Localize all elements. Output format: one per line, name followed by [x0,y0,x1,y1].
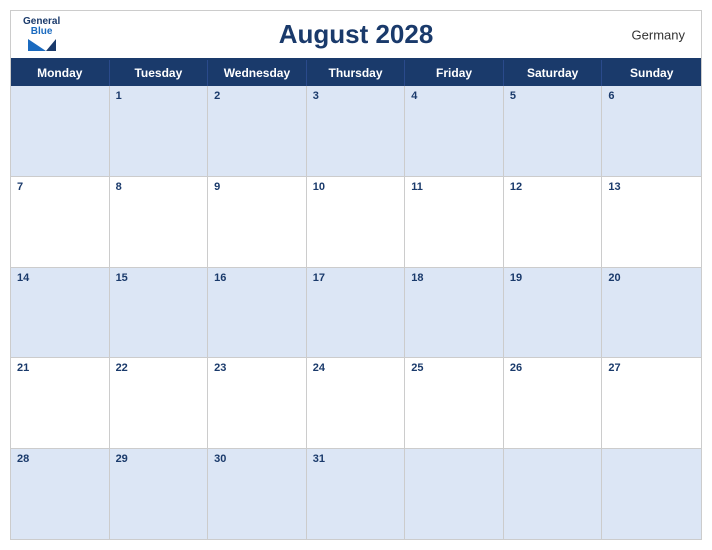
day-number: 31 [313,453,399,465]
calendar-cell-3-6: 19 [504,268,603,358]
calendar-cell-4-2: 22 [110,358,209,448]
calendar-cell-5-3: 30 [208,449,307,539]
calendar-cell-1-2: 1 [110,86,209,176]
day-number: 13 [608,181,695,193]
day-number: 26 [510,362,596,374]
day-number: 30 [214,453,300,465]
day-number: 27 [608,362,695,374]
calendar-cell-2-6: 12 [504,177,603,267]
calendar-cell-2-2: 8 [110,177,209,267]
calendar: General Blue August 2028 Germany MondayT… [10,10,702,540]
calendar-cell-5-1: 28 [11,449,110,539]
day-header-thursday: Thursday [307,60,406,86]
day-header-tuesday: Tuesday [110,60,209,86]
day-number: 17 [313,272,399,284]
logo: General Blue [23,17,60,51]
day-header-wednesday: Wednesday [208,60,307,86]
calendar-cell-3-4: 17 [307,268,406,358]
calendar-week-5: 28 29 30 31 [11,449,701,539]
calendar-header: General Blue August 2028 Germany [11,11,701,58]
day-header-monday: Monday [11,60,110,86]
day-header-friday: Friday [405,60,504,86]
calendar-cell-1-7: 6 [602,86,701,176]
day-number: 1 [116,90,202,102]
calendar-cell-4-1: 21 [11,358,110,448]
day-number: 7 [17,181,103,193]
day-number: 24 [313,362,399,374]
day-number: 22 [116,362,202,374]
day-number: 23 [214,362,300,374]
calendar-cell-4-7: 27 [602,358,701,448]
day-number: 5 [510,90,596,102]
day-number: 28 [17,453,103,465]
calendar-cell-4-3: 23 [208,358,307,448]
country-label: Germany [632,27,685,42]
day-number: 10 [313,181,399,193]
day-number: 2 [214,90,300,102]
calendar-cell-1-5: 4 [405,86,504,176]
calendar-cell-1-6: 5 [504,86,603,176]
day-number: 29 [116,453,202,465]
day-number: 9 [214,181,300,193]
calendar-cell-3-5: 18 [405,268,504,358]
calendar-cell-3-2: 15 [110,268,209,358]
day-number: 4 [411,90,497,102]
day-header-saturday: Saturday [504,60,603,86]
calendar-cell-5-4: 31 [307,449,406,539]
day-number: 18 [411,272,497,284]
day-number: 11 [411,181,497,193]
calendar-cell-2-7: 13 [602,177,701,267]
calendar-cell-5-7 [602,449,701,539]
calendar-cell-2-3: 9 [208,177,307,267]
logo-blue: Blue [31,27,53,37]
day-headers-row: MondayTuesdayWednesdayThursdayFridaySatu… [11,60,701,86]
day-number: 8 [116,181,202,193]
day-number: 15 [116,272,202,284]
calendar-cell-3-7: 20 [602,268,701,358]
calendar-cell-5-6 [504,449,603,539]
day-number: 6 [608,90,695,102]
calendar-cell-4-5: 25 [405,358,504,448]
day-number: 21 [17,362,103,374]
day-number: 20 [608,272,695,284]
day-number: 19 [510,272,596,284]
day-number: 12 [510,181,596,193]
calendar-cell-5-2: 29 [110,449,209,539]
day-number: 3 [313,90,399,102]
calendar-cell-2-4: 10 [307,177,406,267]
calendar-cell-2-5: 11 [405,177,504,267]
calendar-week-3: 14 15 16 17 18 19 20 [11,268,701,359]
calendar-cell-1-3: 2 [208,86,307,176]
day-number: 16 [214,272,300,284]
calendar-grid: MondayTuesdayWednesdayThursdayFridaySatu… [11,58,701,539]
calendar-week-4: 21 22 23 24 25 26 27 [11,358,701,449]
day-number: 25 [411,362,497,374]
calendar-week-1: 12 34 56 [11,86,701,177]
calendar-cell-5-5 [405,449,504,539]
calendar-cell-4-4: 24 [307,358,406,448]
calendar-cell-4-6: 26 [504,358,603,448]
day-number: 14 [17,272,103,284]
calendar-cell-1-4: 3 [307,86,406,176]
calendar-cell-3-3: 16 [208,268,307,358]
calendar-week-2: 7 89 10 11 12 13 [11,177,701,268]
month-year-title: August 2028 [279,19,434,50]
day-header-sunday: Sunday [602,60,701,86]
calendar-cell-3-1: 14 [11,268,110,358]
calendar-cell-2-1: 7 [11,177,110,267]
calendar-cell-1-1 [11,86,110,176]
